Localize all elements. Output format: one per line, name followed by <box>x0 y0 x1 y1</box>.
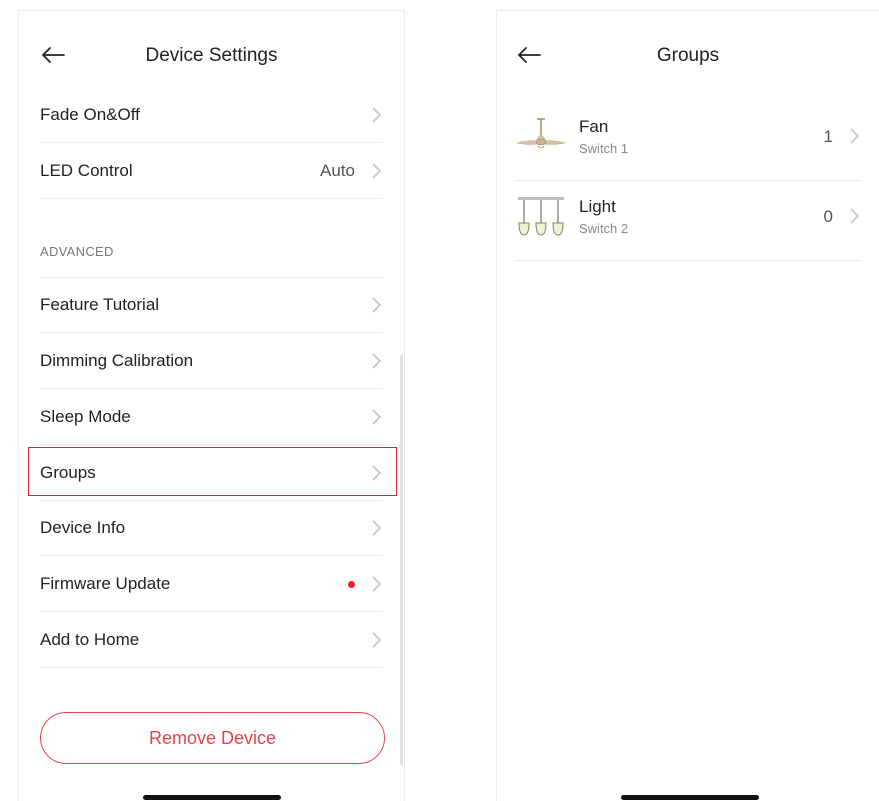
settings-row-feature-tutorial[interactable]: Feature Tutorial <box>40 278 383 333</box>
row-label: Dimming Calibration <box>40 351 194 370</box>
page-title: Device Settings <box>145 45 278 66</box>
settings-row-fade-on-off[interactable]: Fade On&Off <box>40 88 383 143</box>
settings-row-add-to-home[interactable]: Add to Home <box>40 613 383 668</box>
ceiling-fan-icon <box>516 118 566 149</box>
chevron-right-icon <box>372 520 382 536</box>
settings-row-dimming-calibration[interactable]: Dimming Calibration <box>40 334 383 389</box>
chevron-right-icon <box>372 632 382 648</box>
row-label: Device Info <box>40 518 126 537</box>
chevron-right-icon <box>372 353 382 369</box>
group-row-fan[interactable]: Fan Switch 1 1 <box>515 101 861 181</box>
update-indicator-dot <box>348 581 355 588</box>
scrollbar[interactable] <box>400 355 403 765</box>
section-header-advanced: ADVANCED <box>40 244 114 259</box>
row-label: LED Control <box>40 161 133 180</box>
nav-bar: Groups <box>497 11 879 99</box>
chevron-right-icon <box>372 409 382 425</box>
row-label: Sleep Mode <box>40 407 131 426</box>
pendant-lights-icon <box>518 197 564 236</box>
page-title: Groups <box>656 45 720 66</box>
device-settings-screen: Device Settings Fade On&Off LED Control … <box>18 10 405 801</box>
settings-row-groups[interactable]: Groups <box>40 446 383 501</box>
row-label: Add to Home <box>40 630 140 649</box>
group-subtitle: Switch 1 <box>579 141 629 156</box>
chevron-right-icon <box>850 128 860 144</box>
settings-row-device-info[interactable]: Device Info <box>40 501 383 556</box>
chevron-right-icon <box>372 576 382 592</box>
chevron-right-icon <box>372 107 382 123</box>
row-label: Fade On&Off <box>40 105 140 124</box>
home-indicator[interactable] <box>143 795 281 800</box>
group-name: Fan <box>579 117 609 136</box>
group-subtitle: Switch 2 <box>579 221 629 236</box>
nav-bar: Device Settings <box>19 11 404 99</box>
row-label: Firmware Update <box>40 574 171 593</box>
chevron-right-icon <box>372 163 382 179</box>
home-indicator[interactable] <box>621 795 759 800</box>
groups-screen: Groups Fan Switch 1 1 Light Switch 2 0 <box>496 10 879 801</box>
row-label: Groups <box>40 463 96 482</box>
chevron-right-icon <box>372 297 382 313</box>
group-name: Light <box>579 197 616 216</box>
remove-device-button[interactable]: Remove Device <box>40 712 385 764</box>
row-value: Auto <box>320 161 355 180</box>
settings-row-led-control[interactable]: LED Control Auto <box>40 144 383 199</box>
row-label: Feature Tutorial <box>40 295 160 314</box>
group-row-light[interactable]: Light Switch 2 0 <box>515 181 861 261</box>
settings-row-firmware-update[interactable]: Firmware Update <box>40 557 383 612</box>
chevron-right-icon <box>372 465 382 481</box>
chevron-right-icon <box>850 208 860 224</box>
group-count: 0 <box>823 207 833 226</box>
group-count: 1 <box>823 127 833 146</box>
settings-row-sleep-mode[interactable]: Sleep Mode <box>40 390 383 445</box>
